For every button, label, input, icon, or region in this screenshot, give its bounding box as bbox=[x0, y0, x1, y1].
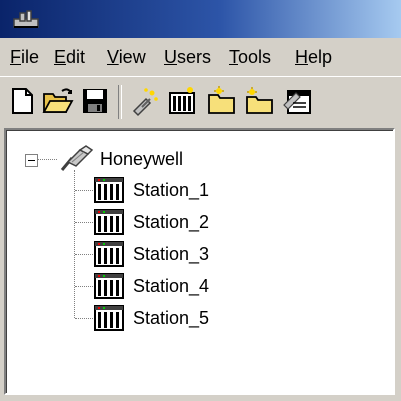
menu-file-label: ile bbox=[21, 47, 40, 67]
menu-users[interactable]: Users bbox=[164, 47, 211, 67]
menu-users-label: sers bbox=[177, 47, 212, 67]
station-icon bbox=[94, 273, 124, 299]
new-folder-icon[interactable] bbox=[206, 85, 238, 117]
open-folder-icon[interactable] bbox=[42, 85, 74, 117]
save-disk-icon[interactable] bbox=[79, 85, 111, 117]
tree-node-label: Station_2 bbox=[133, 212, 210, 232]
tree-node-label: Station_5 bbox=[133, 308, 210, 328]
properties-icon[interactable] bbox=[282, 85, 314, 117]
title-bar[interactable] bbox=[0, 0, 401, 38]
tree-connector bbox=[75, 286, 93, 287]
menu-edit-mnemonic: E bbox=[54, 47, 67, 67]
menu-view-mnemonic: V bbox=[107, 47, 119, 67]
station-icon bbox=[94, 177, 124, 203]
tree-connector bbox=[37, 159, 57, 160]
menu-view-label: iew bbox=[118, 47, 146, 67]
connect-wand-icon[interactable] bbox=[128, 85, 160, 117]
tree-view[interactable]: Honeywell Station_1 Station_2 Station_3 … bbox=[4, 128, 395, 395]
menu-bar: File Edit View Users Tools Help bbox=[0, 38, 401, 76]
station-icon bbox=[94, 241, 124, 267]
tree-node-label: Station_4 bbox=[133, 276, 210, 296]
menu-edit-label: dit bbox=[66, 47, 86, 67]
menu-help[interactable]: Help bbox=[295, 47, 332, 67]
station-icon bbox=[94, 305, 124, 331]
tree-node-label: Station_3 bbox=[133, 244, 210, 264]
add-station-icon[interactable] bbox=[166, 85, 198, 117]
tree-connector bbox=[75, 190, 93, 191]
tree-connector-vertical bbox=[74, 170, 75, 318]
menu-tools[interactable]: Tools bbox=[229, 47, 271, 67]
menu-view[interactable]: View bbox=[107, 47, 146, 67]
menu-help-label: elp bbox=[308, 47, 333, 67]
toolbar bbox=[0, 76, 401, 127]
tree-connector bbox=[75, 254, 93, 255]
menu-edit[interactable]: Edit bbox=[54, 47, 85, 67]
menu-help-mnemonic: H bbox=[295, 47, 308, 67]
toolbar-separator bbox=[118, 85, 122, 119]
new-document-icon[interactable] bbox=[6, 85, 38, 117]
add-item-icon[interactable] bbox=[244, 85, 276, 117]
menu-users-mnemonic: U bbox=[164, 47, 177, 67]
app-window: File Edit View Users Tools Help Honeywel… bbox=[0, 0, 401, 401]
menu-file-mnemonic: F bbox=[10, 47, 21, 67]
collapse-toggle[interactable] bbox=[25, 154, 38, 167]
menu-file[interactable]: File bbox=[10, 47, 39, 67]
menu-tools-mnemonic: T bbox=[229, 47, 238, 67]
station-icon bbox=[94, 209, 124, 235]
network-cable-icon bbox=[60, 145, 94, 171]
tree-connector bbox=[75, 318, 93, 319]
tree-root-label[interactable]: Honeywell bbox=[100, 148, 183, 170]
tree-node-label: Station_1 bbox=[133, 180, 210, 200]
tree-connector bbox=[75, 222, 93, 223]
menu-tools-label: ools bbox=[238, 47, 272, 67]
app-icon bbox=[13, 10, 39, 28]
